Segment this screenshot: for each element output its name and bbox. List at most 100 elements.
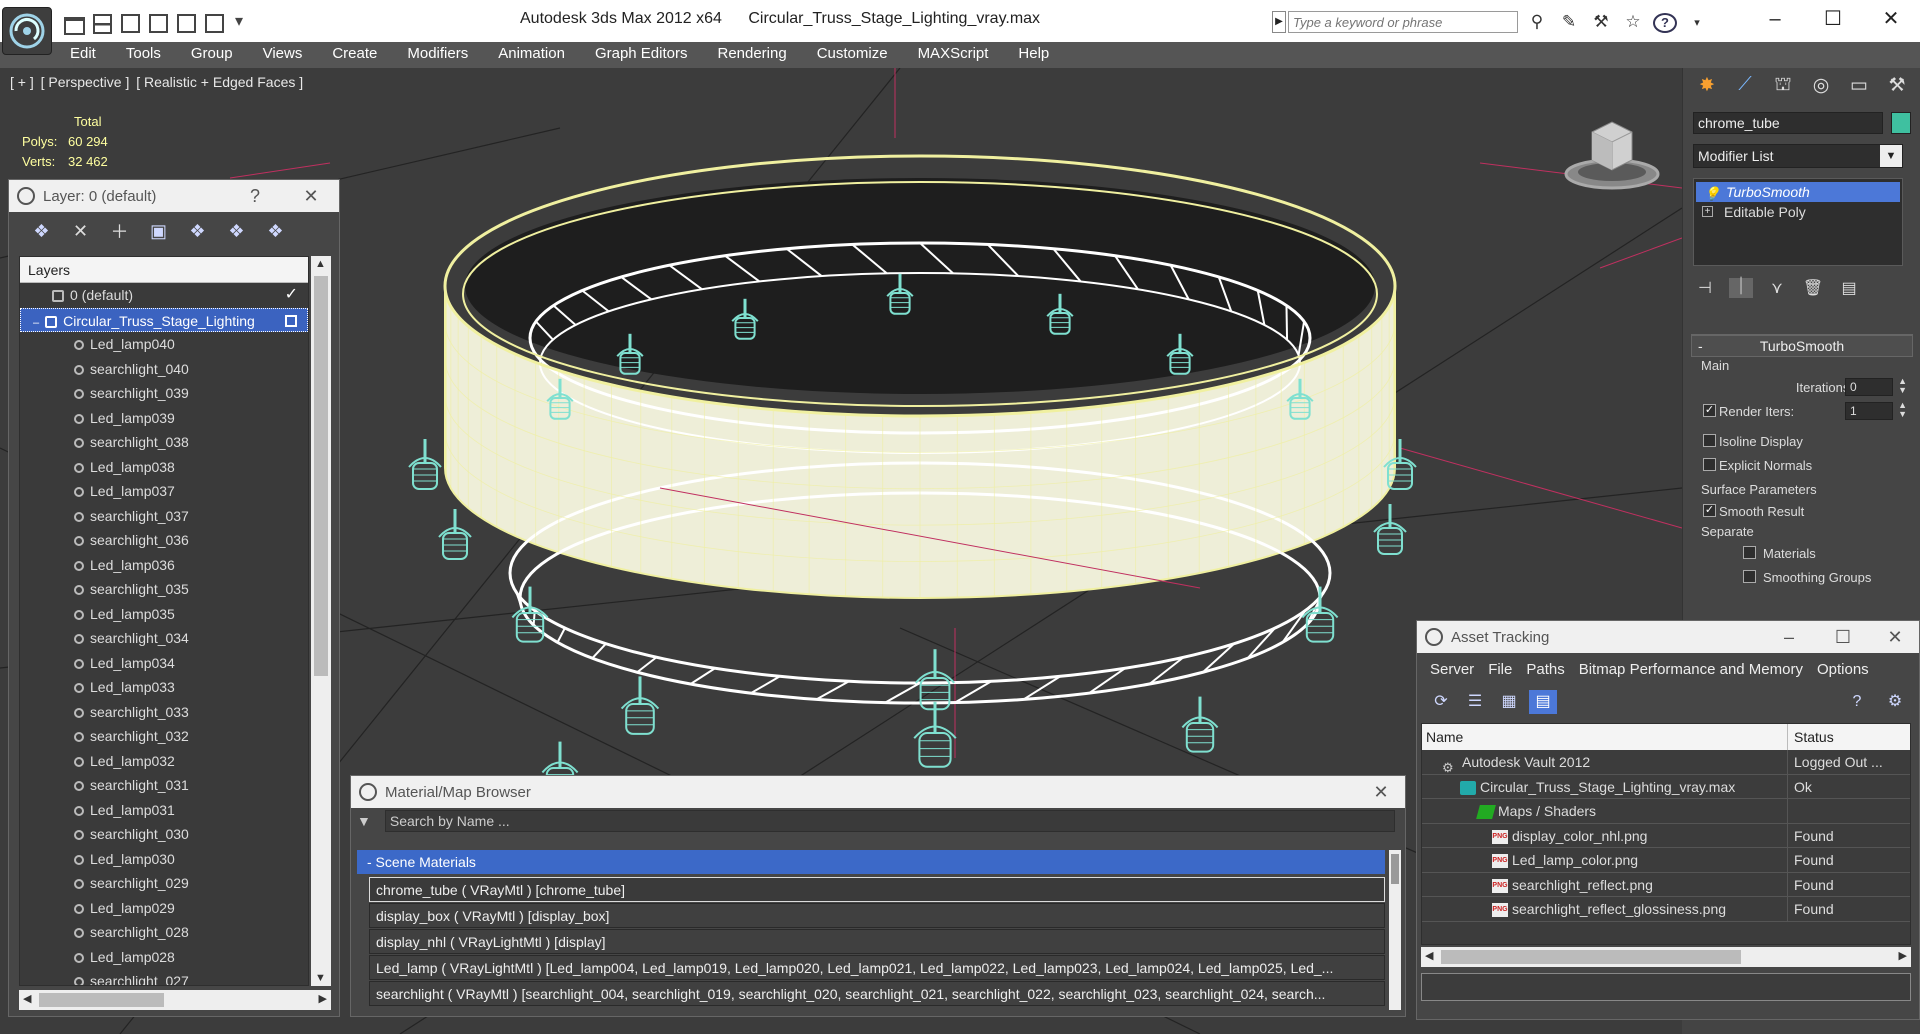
- fetch-icon[interactable]: [202, 11, 224, 33]
- close-button[interactable]: ✕: [1862, 0, 1920, 40]
- material-browser-titlebar[interactable]: Material/Map Browser ✕: [351, 776, 1405, 808]
- minimize-button[interactable]: –: [1746, 0, 1804, 40]
- layer-close-button[interactable]: ✕: [291, 180, 331, 212]
- layer-object-row[interactable]: Led_lamp036: [20, 553, 308, 578]
- viewport-label[interactable]: [ + ] [ Perspective ] [ Realistic + Edge…: [10, 74, 306, 90]
- make-active-layer-icon[interactable]: [285, 314, 297, 327]
- scroll-up-icon[interactable]: ▲: [315, 258, 326, 270]
- communication-icon[interactable]: ⚒: [1589, 12, 1613, 34]
- layer-object-row[interactable]: searchlight_038: [20, 430, 308, 455]
- layer-object-row[interactable]: Led_lamp032: [20, 749, 308, 774]
- layer-object-row[interactable]: Led_lamp034: [20, 651, 308, 676]
- qat-dropdown-icon[interactable]: [230, 11, 252, 33]
- asset-horizontal-scrollbar[interactable]: ◀ ▶: [1421, 947, 1911, 967]
- asset-row-vault[interactable]: ⚙ Autodesk Vault 2012 Logged Out ...: [1422, 750, 1910, 775]
- menu-customize[interactable]: Customize: [802, 42, 903, 66]
- asset-row-png[interactable]: PNG display_color_nhl.png Found: [1422, 823, 1910, 848]
- add-to-layer-icon[interactable]: ＋: [103, 218, 136, 244]
- viewport-menu-plus[interactable]: [ + ]: [10, 74, 34, 90]
- rollout-header[interactable]: - TurboSmooth: [1691, 335, 1913, 357]
- display-tab-icon[interactable]: ▭: [1843, 74, 1875, 108]
- menu-tools[interactable]: Tools: [111, 42, 176, 66]
- object-color-swatch[interactable]: [1891, 112, 1911, 134]
- layer-object-row[interactable]: searchlight_028: [20, 920, 308, 945]
- remove-modifier-icon[interactable]: 🗑: [1801, 278, 1825, 298]
- scroll-left-icon[interactable]: ◀: [1425, 949, 1433, 962]
- layer-object-row[interactable]: Led_lamp028: [20, 945, 308, 970]
- delete-layer-icon[interactable]: ✕: [64, 221, 97, 242]
- layer-help-button[interactable]: ?: [235, 180, 275, 212]
- layer-object-row[interactable]: searchlight_039: [20, 381, 308, 406]
- asset-options-icon[interactable]: ⚙: [1881, 690, 1909, 714]
- layer-object-row[interactable]: searchlight_040: [20, 357, 308, 382]
- asset-row-png[interactable]: PNG searchlight_reflect_glossiness.png Fo…: [1422, 897, 1910, 922]
- layer-object-row[interactable]: searchlight_037: [20, 504, 308, 529]
- menu-modifiers[interactable]: Modifiers: [392, 42, 483, 66]
- scroll-thumb[interactable]: [39, 993, 164, 1007]
- asset-maximize-button[interactable]: ☐: [1823, 621, 1863, 653]
- create-tab-icon[interactable]: ✸: [1691, 74, 1723, 108]
- asset-row-png[interactable]: PNG Led_lamp_color.png Found: [1422, 848, 1910, 873]
- scroll-down-icon[interactable]: ▼: [315, 972, 326, 984]
- layer-vertical-scrollbar[interactable]: ▲ ▼: [311, 256, 331, 986]
- create-layer-icon[interactable]: ❖: [25, 221, 58, 242]
- asset-row-maps[interactable]: Maps / Shaders: [1422, 799, 1910, 824]
- layer-object-row[interactable]: searchlight_031: [20, 773, 308, 798]
- active-layer-check-icon[interactable]: ✓: [285, 283, 298, 307]
- lightbulb-icon[interactable]: 💡: [1704, 184, 1720, 204]
- render-iters-spinner[interactable]: 1: [1845, 402, 1893, 420]
- binoculars-icon[interactable]: ⚲: [1525, 12, 1549, 34]
- asset-menu-bitmap[interactable]: Bitmap Performance and Memory: [1572, 661, 1810, 678]
- material-item[interactable]: searchlight ( VRayMtl ) [searchlight_004…: [369, 981, 1385, 1006]
- material-vertical-scrollbar[interactable]: [1389, 850, 1401, 1010]
- materials-checkbox[interactable]: [1743, 546, 1756, 559]
- asset-minimize-button[interactable]: –: [1769, 621, 1809, 653]
- motion-tab-icon[interactable]: ◎: [1805, 74, 1837, 108]
- hold-icon[interactable]: [174, 11, 196, 33]
- layer-object-row[interactable]: Led_lamp031: [20, 798, 308, 823]
- save-file-icon[interactable]: [90, 11, 112, 34]
- app-logo-icon[interactable]: [2, 7, 52, 55]
- status-column-header[interactable]: Status: [1788, 724, 1908, 750]
- viewcube-icon[interactable]: [1562, 112, 1662, 192]
- utilities-tab-icon[interactable]: ⚒: [1881, 74, 1913, 108]
- asset-menu-file[interactable]: File: [1481, 661, 1519, 678]
- menu-rendering[interactable]: Rendering: [702, 42, 801, 66]
- material-item[interactable]: Led_lamp ( VRayLightMtl ) [Led_lamp004, …: [369, 955, 1385, 980]
- asset-menu-paths[interactable]: Paths: [1519, 661, 1571, 678]
- layer-object-row[interactable]: Led_lamp038: [20, 455, 308, 480]
- hierarchy-tab-icon[interactable]: ⛫: [1767, 74, 1799, 108]
- layer-object-row[interactable]: searchlight_030: [20, 822, 308, 847]
- spinner-arrows-icon[interactable]: ▲ ▼: [1898, 401, 1907, 419]
- smoothing-groups-checkbox[interactable]: [1743, 570, 1756, 583]
- scene-materials-group[interactable]: - Scene Materials: [357, 850, 1385, 874]
- highlight-layer-icon[interactable]: ❖: [181, 221, 214, 242]
- redo-icon[interactable]: [146, 11, 168, 33]
- layer-horizontal-scrollbar[interactable]: ◀ ▶: [19, 990, 331, 1010]
- layer-object-row[interactable]: searchlight_036: [20, 528, 308, 553]
- layer-object-row[interactable]: searchlight_032: [20, 724, 308, 749]
- layer-window-titlebar[interactable]: Layer: 0 (default) ? ✕: [9, 180, 339, 212]
- asset-close-button[interactable]: ✕: [1875, 621, 1915, 653]
- scroll-right-icon[interactable]: ▶: [319, 992, 327, 1005]
- menu-graph-editors[interactable]: Graph Editors: [580, 42, 703, 66]
- material-browser-close-button[interactable]: ✕: [1361, 776, 1401, 808]
- stack-item-editable-poly[interactable]: + Editable Poly: [1694, 202, 1902, 222]
- isoline-checkbox[interactable]: [1703, 434, 1716, 447]
- layer-object-row[interactable]: Led_lamp040: [20, 332, 308, 357]
- scroll-right-icon[interactable]: ▶: [1899, 949, 1907, 962]
- viewport-shading-label[interactable]: [ Realistic + Edged Faces ]: [136, 74, 303, 90]
- layer-object-row[interactable]: Led_lamp039: [20, 406, 308, 431]
- hide-all-layers-icon[interactable]: ❖: [220, 221, 253, 242]
- pin-stack-icon[interactable]: ⊣: [1693, 278, 1717, 298]
- material-item[interactable]: chrome_tube ( VRayMtl ) [chrome_tube]: [369, 877, 1385, 902]
- show-end-result-icon[interactable]: ⏐: [1729, 278, 1753, 298]
- collapse-icon[interactable]: -: [1698, 336, 1703, 356]
- asset-window-titlebar[interactable]: Asset Tracking – ☐ ✕: [1417, 621, 1919, 653]
- scroll-thumb[interactable]: [1441, 950, 1741, 964]
- search-expand-icon[interactable]: ▶: [1272, 11, 1286, 33]
- list-view-icon[interactable]: ☰: [1461, 690, 1489, 714]
- menu-help[interactable]: Help: [1003, 42, 1064, 66]
- browser-options-icon[interactable]: ▼: [357, 813, 371, 829]
- layer-object-row[interactable]: searchlight_027: [20, 969, 308, 985]
